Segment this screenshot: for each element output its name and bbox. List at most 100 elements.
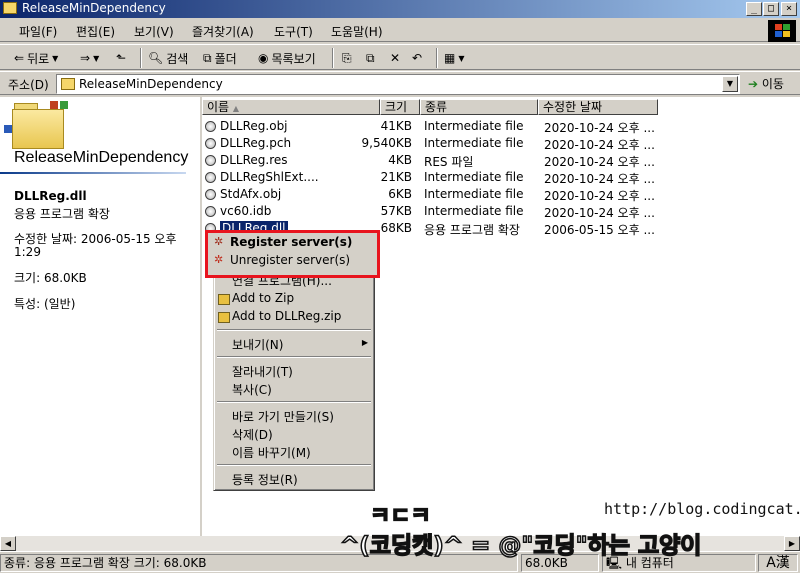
watermark-tagline: ^(코딩캣)^ = @"코딩"하는 고양이 — [339, 532, 702, 560]
menu-tools[interactable]: 도구(T) — [274, 23, 313, 40]
column-date-label: 수정한 날짜 — [543, 100, 603, 114]
file-name: DLLReg.obj — [220, 119, 288, 133]
file-name: DLLRegShlExt.... — [220, 170, 319, 184]
table-row[interactable]: vc60.idb 57KB Intermediate file 2020-10-… — [202, 203, 800, 220]
globe-icon: ◉ — [258, 51, 269, 65]
column-header-type[interactable]: 종류 — [420, 99, 538, 115]
toolbar: ⇐ 뒤로 ▼ ⇒ ▼ ⬑ 🔍︎ 검색 ⧉ 폴더 ◉ 목록보기 ⎘ ⧉ ✕ ↶ ▦… — [0, 44, 800, 70]
up-folder-icon: ⬑ — [116, 51, 127, 65]
close-button[interactable]: × — [781, 2, 797, 16]
toolbar-separator — [332, 48, 334, 68]
chevron-down-icon: ▼ — [458, 53, 465, 63]
menu-file[interactable]: 파일(F) — [19, 23, 57, 40]
address-input[interactable]: ReleaseMinDependency ▼ — [56, 74, 740, 94]
file-name: DLLReg.pch — [220, 136, 292, 150]
column-type-label: 종류 — [425, 100, 448, 114]
table-row[interactable]: DLLReg.obj 41KB Intermediate file 2020-1… — [202, 118, 800, 135]
window-title: ReleaseMinDependency — [22, 1, 166, 15]
forward-button[interactable]: ⇒ ▼ — [80, 48, 99, 68]
unregister-server-menu-item[interactable]: Unregister server(s) — [230, 253, 350, 267]
search-label: 검색 — [166, 51, 189, 66]
go-label: 이동 — [761, 77, 784, 91]
menu-favorites[interactable]: 즐겨찾기(A) — [192, 23, 254, 40]
cut-menu-item[interactable]: 잘라내기(T) — [232, 363, 293, 380]
file-icon — [205, 155, 216, 166]
table-row[interactable]: DLLRegShlExt.... 21KB Intermediate file … — [202, 169, 800, 186]
search-button[interactable]: 🔍︎ 검색 — [148, 48, 188, 68]
gear-icon: ✲ — [214, 235, 224, 248]
chevron-down-icon: ▼ — [93, 53, 100, 63]
large-folder-icon — [12, 109, 64, 149]
address-bar: 주소(D) ReleaseMinDependency ▼ ➔ 이동 — [0, 71, 800, 95]
go-button[interactable]: ➔ 이동 — [748, 75, 784, 92]
file-name: DLLReg.res — [220, 153, 288, 167]
menu-help[interactable]: 도움말(H) — [331, 23, 383, 40]
selected-file-type: 응용 프로그램 확장 — [14, 207, 110, 221]
copy-menu-item[interactable]: 복사(C) — [232, 381, 272, 398]
toolbar-separator — [436, 48, 438, 68]
selected-file-modified-time: 1:29 — [14, 245, 41, 259]
file-size: 9,540KB — [361, 136, 412, 150]
file-date: 2020-10-24 오후 ... — [544, 206, 655, 220]
column-header-date[interactable]: 수정한 날짜 — [538, 99, 658, 115]
properties-menu-item[interactable]: 등록 정보(R) — [232, 471, 298, 488]
delete-icon: ✕ — [390, 51, 401, 65]
menu-bar: 파일(F) 편집(E) 보기(V) 즐겨찾기(A) 도구(T) 도움말(H) — [0, 20, 800, 42]
back-button[interactable]: ⇐ 뒤로 ▼ — [14, 48, 58, 68]
folders-button[interactable]: ⧉ 폴더 — [203, 48, 237, 68]
create-shortcut-menu-item[interactable]: 바로 가기 만들기(S) — [232, 408, 334, 425]
undo-button[interactable]: ↶ — [412, 48, 422, 68]
file-date: 2020-10-24 오후 ... — [544, 189, 655, 203]
menu-separator — [217, 401, 371, 403]
menu-separator — [217, 329, 371, 331]
gear-icon: ✲ — [214, 253, 224, 266]
move-to-button[interactable]: ⎘ — [342, 48, 352, 68]
address-value: ReleaseMinDependency — [79, 77, 223, 91]
scroll-left-button[interactable]: ◀ — [0, 536, 16, 551]
register-server-menu-item[interactable]: Register server(s) — [230, 235, 352, 249]
file-name: StdAfx.obj — [220, 187, 282, 201]
delete-button[interactable]: ✕ — [390, 48, 400, 68]
table-row[interactable]: DLLReg.res 4KB RES 파일 2020-10-24 오후 ... — [202, 152, 800, 169]
maximize-button[interactable]: □ — [763, 2, 779, 16]
selected-file-name: DLLReg.dll — [14, 189, 87, 203]
table-row[interactable]: DLLReg.pch 9,540KB Intermediate file 202… — [202, 135, 800, 152]
details-pane: ReleaseMinDependency DLLReg.dll 응용 프로그램 … — [0, 97, 200, 551]
delete-menu-item[interactable]: 삭제(D) — [232, 426, 273, 443]
file-size: 21KB — [380, 170, 412, 184]
send-to-menu-item[interactable]: 보내기(N) — [232, 336, 283, 353]
minimize-button[interactable]: _ — [746, 2, 762, 16]
go-arrow-icon: ➔ — [748, 77, 759, 91]
folders-icon: ⧉ — [203, 50, 212, 65]
table-row[interactable]: StdAfx.obj 6KB Intermediate file 2020-10… — [202, 186, 800, 203]
column-header-name[interactable]: 이름 ▲ — [202, 99, 380, 115]
address-dropdown-button[interactable]: ▼ — [722, 76, 738, 92]
file-size: 57KB — [380, 204, 412, 218]
menu-edit[interactable]: 편집(E) — [76, 23, 115, 40]
file-type: Intermediate file — [424, 204, 524, 218]
rename-menu-item[interactable]: 이름 바꾸기(M) — [232, 444, 311, 461]
add-to-zip-menu-item[interactable]: Add to Zip — [232, 291, 294, 305]
list-view-button[interactable]: ◉ 목록보기 — [258, 48, 316, 68]
back-arrow-icon: ⇐ — [14, 51, 25, 65]
submenu-arrow-icon: ▶ — [361, 338, 368, 347]
up-folder-button[interactable]: ⬑ — [116, 48, 126, 68]
watermark-logo: ㅋㄷㅋ — [340, 500, 450, 530]
file-type: Intermediate file — [424, 170, 524, 184]
search-icon: 🔍︎ — [148, 51, 164, 65]
file-date: 2020-10-24 오후 ... — [544, 121, 655, 135]
file-size: 41KB — [380, 119, 412, 133]
file-type: Intermediate file — [424, 136, 524, 150]
column-header-size[interactable]: 크기 — [380, 99, 420, 115]
title-underline — [0, 172, 186, 174]
add-to-named-zip-menu-item[interactable]: Add to DLLReg.zip — [232, 309, 341, 323]
file-date: 2006-05-15 오후 ... — [544, 223, 655, 237]
scroll-right-button[interactable]: ▶ — [784, 536, 800, 551]
decoration — [60, 101, 68, 109]
decoration — [50, 101, 58, 109]
views-menu-button[interactable]: ▦ ▼ — [444, 48, 465, 68]
menu-view[interactable]: 보기(V) — [134, 23, 174, 40]
column-size-label: 크기 — [385, 100, 408, 114]
views-grid-icon: ▦ — [444, 51, 456, 65]
copy-to-button[interactable]: ⧉ — [366, 48, 375, 68]
